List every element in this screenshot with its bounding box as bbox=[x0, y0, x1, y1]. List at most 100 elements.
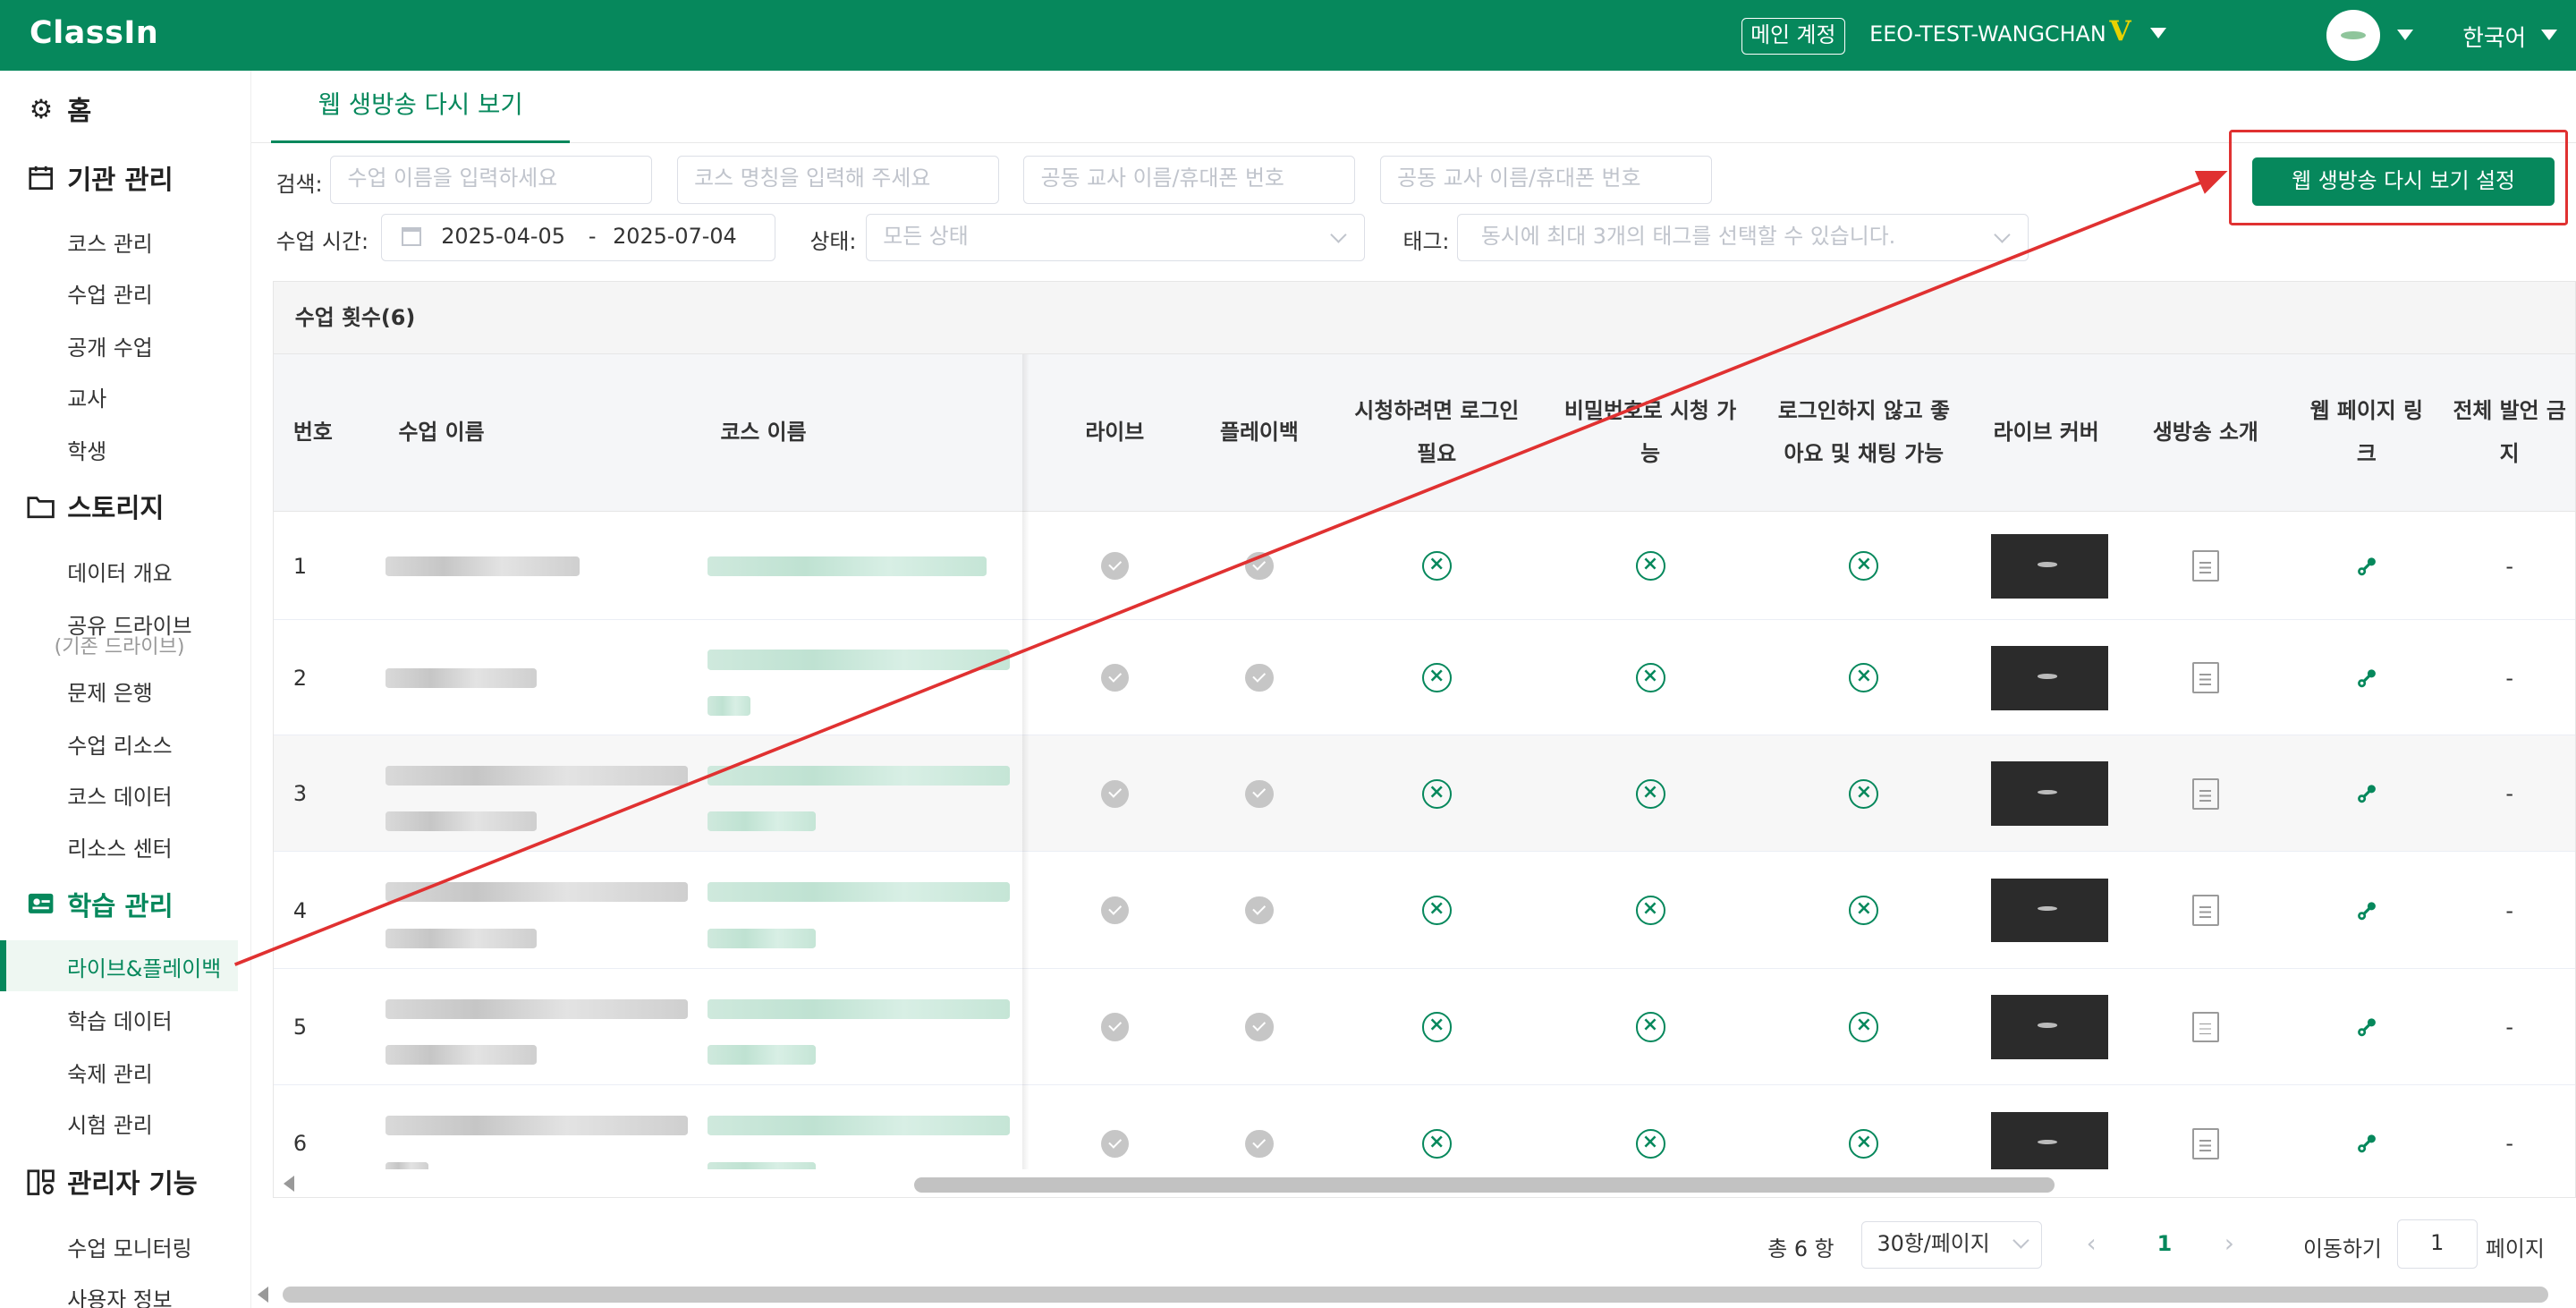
link-icon[interactable]: ⊶ bbox=[2348, 775, 2385, 812]
x-circle-icon[interactable]: × bbox=[1635, 663, 1665, 693]
document-icon[interactable] bbox=[2192, 777, 2219, 810]
link-icon[interactable]: ⊶ bbox=[2348, 659, 2385, 697]
sidebar-item-homework[interactable]: 숙제 관리 bbox=[67, 1057, 152, 1088]
x-circle-icon[interactable]: × bbox=[1849, 896, 1879, 926]
lesson-name-redacted[interactable] bbox=[385, 811, 537, 832]
check-circle-icon[interactable] bbox=[1100, 1013, 1129, 1041]
course-name-redacted[interactable] bbox=[707, 998, 1010, 1019]
sidebar-section-learning[interactable]: 학습 관리 bbox=[26, 886, 174, 923]
document-icon[interactable] bbox=[2192, 1127, 2219, 1159]
link-icon[interactable]: ⊶ bbox=[2348, 1008, 2385, 1046]
sidebar-item-lesson-resources[interactable]: 수업 리소스 bbox=[67, 728, 172, 760]
check-circle-icon[interactable] bbox=[1100, 896, 1129, 925]
course-name-input[interactable]: 코스 명칭을 입력해 주세요 bbox=[676, 156, 999, 204]
page-horizontal-scrollbar[interactable] bbox=[251, 1279, 2576, 1308]
check-circle-icon[interactable] bbox=[1100, 779, 1129, 808]
check-circle-icon[interactable] bbox=[1245, 779, 1274, 808]
x-circle-icon[interactable]: × bbox=[1421, 551, 1452, 582]
x-circle-icon[interactable]: × bbox=[1635, 896, 1665, 926]
check-circle-icon[interactable] bbox=[1245, 1129, 1274, 1158]
sidebar-section-admin[interactable]: 관리자 기능 bbox=[26, 1163, 198, 1201]
live-cover-thumbnail[interactable] bbox=[1991, 533, 2108, 599]
x-circle-icon[interactable]: × bbox=[1849, 1128, 1879, 1159]
check-circle-icon[interactable] bbox=[1100, 1129, 1129, 1158]
sidebar-section-institution[interactable]: 기관 관리 bbox=[26, 159, 174, 197]
check-circle-icon[interactable] bbox=[1245, 896, 1274, 925]
document-icon[interactable] bbox=[2192, 662, 2219, 694]
sidebar-item-course-management[interactable]: 코스 관리 bbox=[67, 226, 152, 258]
link-icon[interactable]: ⊶ bbox=[2348, 548, 2385, 585]
sidebar-item-data-overview[interactable]: 데이터 개요 bbox=[67, 556, 172, 587]
scroll-left-icon[interactable] bbox=[284, 1176, 294, 1193]
x-circle-icon[interactable]: × bbox=[1635, 1012, 1665, 1042]
sidebar-item-lesson-management[interactable]: 수업 관리 bbox=[67, 277, 152, 309]
sidebar-item-live-playback[interactable]: 라이브&플레이백 bbox=[0, 939, 239, 991]
x-circle-icon[interactable]: × bbox=[1421, 896, 1452, 926]
lesson-name-input[interactable]: 수업 이름을 입력하세요 bbox=[330, 156, 653, 204]
table-horizontal-scrollbar[interactable] bbox=[273, 1168, 2575, 1197]
course-name-redacted[interactable] bbox=[707, 650, 1010, 670]
check-circle-icon[interactable] bbox=[1100, 664, 1129, 692]
lesson-name-redacted[interactable] bbox=[385, 667, 537, 688]
check-circle-icon[interactable] bbox=[1245, 1013, 1274, 1041]
course-name-redacted[interactable] bbox=[707, 695, 750, 716]
sidebar-item-teachers[interactable]: 교사 bbox=[67, 381, 106, 412]
x-circle-icon[interactable]: × bbox=[1849, 778, 1879, 809]
sidebar-home[interactable]: ⚙ 홈 bbox=[26, 90, 92, 128]
sidebar-item-lesson-monitoring[interactable]: 수업 모니터링 bbox=[67, 1231, 191, 1262]
document-icon[interactable] bbox=[2192, 895, 2219, 927]
classin-logo[interactable]: ClassIn bbox=[30, 15, 158, 51]
x-circle-icon[interactable]: × bbox=[1849, 1012, 1879, 1042]
account-dropdown-icon[interactable] bbox=[2150, 28, 2167, 38]
avatar[interactable] bbox=[2326, 10, 2381, 61]
course-name-redacted[interactable] bbox=[707, 1116, 1010, 1136]
course-name-redacted[interactable] bbox=[707, 882, 1010, 903]
language-selector[interactable]: 한국어 bbox=[2462, 20, 2526, 53]
sidebar-item-question-bank[interactable]: 문제 은행 bbox=[67, 675, 152, 707]
live-cover-thumbnail[interactable] bbox=[1991, 878, 2108, 943]
x-circle-icon[interactable]: × bbox=[1849, 551, 1879, 582]
lesson-name-redacted[interactable] bbox=[385, 1045, 537, 1066]
course-name-redacted[interactable] bbox=[707, 1045, 816, 1066]
live-cover-thumbnail[interactable] bbox=[1991, 761, 2108, 826]
x-circle-icon[interactable]: × bbox=[1635, 1128, 1665, 1159]
page-scrollbar-thumb[interactable] bbox=[282, 1287, 2548, 1304]
sidebar-item-open-lessons[interactable]: 공개 수업 bbox=[67, 330, 152, 361]
sidebar-item-learning-data[interactable]: 학습 데이터 bbox=[67, 1004, 172, 1035]
date-range-picker[interactable]: 2025-04-05 - 2025-07-04 bbox=[381, 213, 775, 262]
course-name-redacted[interactable] bbox=[707, 928, 816, 948]
x-circle-icon[interactable]: × bbox=[1421, 778, 1452, 809]
coteacher-input-1[interactable]: 공동 교사 이름/휴대폰 번호 bbox=[1023, 156, 1356, 204]
sidebar-item-resource-center[interactable]: 리소스 센터 bbox=[67, 831, 172, 862]
live-cover-thumbnail[interactable] bbox=[1991, 995, 2108, 1059]
document-icon[interactable] bbox=[2192, 1011, 2219, 1043]
course-name-redacted[interactable] bbox=[707, 556, 987, 576]
coteacher-input-2[interactable]: 공동 교사 이름/휴대폰 번호 bbox=[1379, 156, 1712, 204]
sidebar-item-exams[interactable]: 시험 관리 bbox=[67, 1108, 152, 1139]
status-select[interactable]: 모든 상태 bbox=[865, 213, 1366, 262]
avatar-dropdown-icon[interactable] bbox=[2396, 30, 2413, 40]
sidebar-section-storage[interactable]: 스토리지 bbox=[26, 488, 164, 525]
check-circle-icon[interactable] bbox=[1245, 552, 1274, 581]
table-scrollbar-thumb[interactable] bbox=[914, 1177, 2055, 1193]
course-name-redacted[interactable] bbox=[707, 811, 816, 832]
check-circle-icon[interactable] bbox=[1245, 664, 1274, 692]
account-name[interactable]: EEO-TEST-WANGCHAN bbox=[1869, 21, 2106, 47]
sidebar-item-students[interactable]: 학생 bbox=[67, 434, 106, 465]
page-size-select[interactable]: 30항/페이지 bbox=[1860, 1220, 2042, 1269]
page-number-current[interactable]: 1 bbox=[2157, 1231, 2173, 1278]
language-dropdown-icon[interactable] bbox=[2541, 30, 2558, 40]
live-cover-thumbnail[interactable] bbox=[1991, 645, 2108, 710]
scroll-left-icon[interactable] bbox=[258, 1287, 269, 1304]
link-icon[interactable]: ⊶ bbox=[2348, 892, 2385, 930]
tag-select[interactable]: 동시에 최대 3개의 태그를 선택할 수 있습니다. bbox=[1457, 213, 2029, 262]
course-name-redacted[interactable] bbox=[707, 765, 1010, 786]
x-circle-icon[interactable]: × bbox=[1849, 663, 1879, 693]
lesson-name-redacted[interactable] bbox=[385, 882, 688, 903]
link-icon[interactable]: ⊶ bbox=[2348, 1125, 2385, 1162]
lesson-name-redacted[interactable] bbox=[385, 556, 580, 576]
lesson-name-redacted[interactable] bbox=[385, 765, 688, 786]
next-page-icon[interactable]: › bbox=[2224, 1229, 2234, 1277]
lesson-name-redacted[interactable] bbox=[385, 1116, 688, 1136]
sidebar-item-course-data[interactable]: 코스 데이터 bbox=[67, 779, 172, 811]
